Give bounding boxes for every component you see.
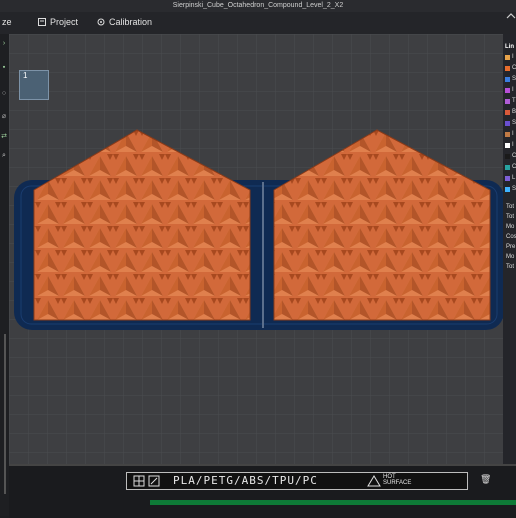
plate-scene (9, 34, 503, 464)
tool-rotate-icon[interactable]: ○ (0, 90, 8, 100)
legend-swatch (505, 186, 510, 192)
legend-label: T (512, 98, 516, 104)
legend-row: C (505, 153, 516, 159)
legend-row: I (505, 87, 514, 93)
legend-label: L (512, 175, 516, 181)
legend-swatch (505, 109, 510, 115)
legend-swatch (505, 153, 510, 159)
legend-label: C (512, 153, 516, 159)
legend-label: S (512, 186, 516, 192)
legend-label: I (512, 54, 514, 60)
plate-type-icon (133, 475, 160, 487)
vertical-scrollbar[interactable] (4, 334, 6, 494)
legend-label: I (512, 142, 514, 148)
legend-row: I (505, 142, 514, 148)
legend-label: S (512, 76, 516, 82)
search-icon[interactable]: ⌕ (0, 152, 8, 162)
stat-label: Cos (506, 234, 516, 240)
legend-row: B (505, 109, 516, 115)
legend-swatch (505, 175, 510, 181)
legend-swatch (505, 76, 510, 82)
3d-viewport[interactable]: 1 (9, 34, 503, 464)
stat-label: Tot (506, 264, 515, 270)
legend-label: I (512, 131, 514, 137)
legend-label: I (512, 87, 514, 93)
legend-swatch (505, 120, 510, 126)
collapse-icon[interactable] (506, 12, 516, 20)
menu-item-calibration-label: Calibration (109, 17, 153, 27)
legend-row: C (505, 65, 516, 71)
trash-icon[interactable]: 🗑 (480, 474, 491, 485)
plate-number: 1 (23, 71, 28, 80)
legend-swatch (505, 98, 510, 104)
legend-label: B (512, 109, 516, 115)
calibration-icon (97, 18, 105, 26)
filament-label: PLA/PETG/ABS/TPU/PC (173, 474, 318, 487)
tool-scale-icon[interactable]: ⌀ (0, 112, 8, 122)
legend-row: L (505, 175, 515, 181)
legend-swatch (505, 142, 510, 148)
menu-item-calibration[interactable]: Calibration (97, 17, 152, 27)
stat-label: Tot (506, 204, 515, 210)
legend-row: S (505, 76, 516, 82)
legend-swatch (505, 65, 510, 71)
legend-label: C (512, 164, 516, 170)
legend-swatch (505, 164, 510, 170)
tool-select-icon[interactable]: › (0, 40, 8, 50)
project-icon (38, 18, 46, 26)
warning-icon (367, 475, 381, 487)
legend-header: Lin (505, 44, 514, 50)
right-panel: Lin ICSITBSIICCLS Tot Tot Mo Cos Pre Mo Tot (503, 34, 516, 464)
stat-label: Tot (506, 214, 515, 220)
menu-item-partial-label: ze (2, 17, 12, 27)
stat-label: Pre (506, 244, 516, 250)
window-title: Sierpinski_Cube_Octahedron_Compound_Leve… (0, 0, 516, 12)
legend-row: C (505, 164, 516, 170)
tool-arrange-icon[interactable]: ⇄ (0, 132, 8, 142)
menu-bar: ze Project Calibration (0, 12, 516, 35)
legend-label: S (512, 120, 516, 126)
plate-thumbnail[interactable]: 1 (19, 70, 49, 100)
tool-move-icon[interactable]: ▪ (0, 64, 8, 74)
plate-label: PLA/PETG/ABS/TPU/PC HOT SURFACE (126, 472, 468, 490)
hot-surface-label: HOT SURFACE (383, 474, 412, 486)
menu-item-project[interactable]: Project (38, 17, 78, 27)
legend-swatch (505, 131, 510, 137)
legend-label: C (512, 65, 516, 71)
legend-row: I (505, 131, 514, 137)
legend-row: T (505, 98, 516, 104)
legend-swatch (505, 54, 510, 60)
legend-swatch (505, 87, 510, 93)
stat-label: Mo (506, 224, 515, 230)
menu-item-partial[interactable]: ze (2, 17, 12, 27)
legend-row: I (505, 54, 514, 60)
menu-item-project-label: Project (50, 17, 79, 27)
legend-row: S (505, 120, 516, 126)
stat-label: Mo (506, 254, 515, 260)
legend-row: S (505, 186, 516, 192)
progress-bar (150, 500, 516, 505)
